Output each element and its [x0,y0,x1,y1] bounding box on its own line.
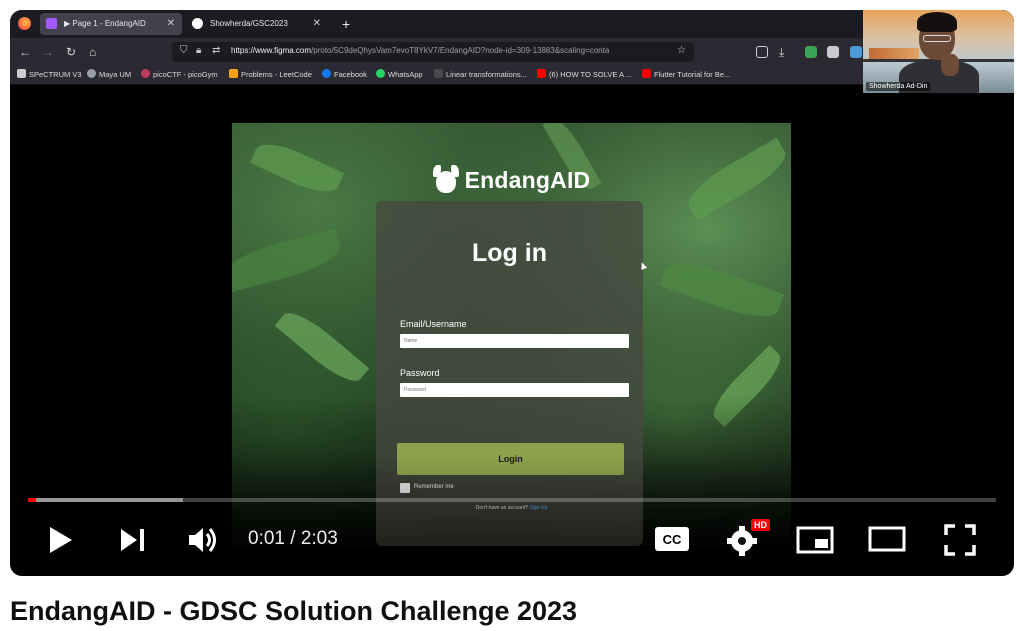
email-label: Email/Username [400,319,467,329]
youtube-icon [537,69,546,78]
firefox-logo-icon [18,17,31,30]
captions-icon[interactable]: CC [654,526,690,552]
bookmark-item: Problems - LeetCode [229,69,312,81]
globe-icon [87,69,96,78]
bookmark-item: picoCTF - picoGym [141,69,218,81]
svg-text:CC: CC [663,532,682,547]
pocket-icon [756,46,768,58]
password-field[interactable] [400,383,629,397]
extension-icon [850,46,862,58]
webcam-name-label: Showherda Ad-Din [866,82,931,91]
back-arrow-icon: ← [19,45,31,59]
forward-arrow-icon: → [42,45,54,59]
login-card: Log in Email/Username Password Remember … [376,201,643,546]
browser-tab-github: Showherda/GSC2023 ✕ [186,13,328,35]
login-button[interactable]: Login [397,443,624,475]
close-tab-icon: ✕ [166,18,175,29]
download-icon: ⤓ [779,45,785,59]
browser-tab-figma: ▶ Page 1 - EndangAID ✕ [40,13,182,35]
bookmark-item: Linear transformations... [434,69,527,81]
close-tab-icon: ✕ [312,18,321,29]
app-logo: EndangAID [232,165,791,194]
remember-me-label: Remember me [414,484,454,490]
url-text: https://www.figma.com/proto/5C9deQhysVam… [231,46,610,55]
webcam-overlay: Showherda Ad-Din [863,10,1014,93]
new-tab-icon: + [342,16,351,32]
tab-label: Showherda/GSC2023 [210,19,288,28]
home-icon: ⌂ [89,45,97,59]
video-title: EndangAID - GDSC Solution Challenge 2023 [10,596,578,626]
brand-name: EndangAID [464,167,591,193]
permissions-icon: ⇄ [212,45,221,56]
video-player[interactable]: ▶ Page 1 - EndangAID ✕ Showherda/GSC2023… [10,10,1014,576]
tab-label: ▶ Page 1 - EndangAID [64,19,146,28]
signup-text: Don't have an account? [475,505,529,511]
bookmark-item: Facebook [322,69,367,81]
bookmark-icon [17,69,26,78]
extension-icon [805,46,817,58]
play-icon[interactable] [48,526,74,554]
deer-logo-icon [432,165,459,193]
shield-icon: ⛉ [180,45,188,56]
page-icon [434,69,443,78]
reload-icon: ↻ [66,45,77,59]
email-field[interactable] [400,334,629,348]
lock-icon: 🔒︎ [196,45,202,56]
duration: 2:03 [300,528,338,549]
bookmark-star-icon: ☆ [677,45,686,56]
picoctf-icon [141,69,150,78]
miniplayer-icon[interactable] [796,526,834,554]
played-bar [28,498,36,502]
time-display: 0:01 / 2:03 [248,528,338,549]
signup-prompt: Don't have an account? Sign Up [232,505,791,511]
github-favicon-icon [192,18,203,29]
bookmark-item: WhatsApp [376,69,423,81]
figma-favicon-icon [46,18,57,29]
facebook-icon [322,69,331,78]
bookmark-item: Maya UM [87,69,131,81]
hd-badge: HD [751,519,770,531]
bookmark-item: (6) HOW TO SOLVE A ... [537,69,632,81]
buffered-bar [28,498,183,502]
theater-mode-icon[interactable] [868,526,906,552]
whatsapp-icon [376,69,385,78]
app-prototype-frame: EndangAID Log in Email/Username Password… [232,123,791,546]
bookmark-item: SPeCTRUM V3 [17,69,82,81]
address-bar: ⛉ 🔒︎ ⇄ https://www.figma.com/proto/5C9de… [172,42,694,62]
extension-icon [827,46,839,58]
current-time: 0:01 [248,528,285,549]
bookmark-item: Flutter Tutorial for Be... [642,69,730,81]
next-video-icon[interactable] [120,528,146,552]
login-title: Log in [472,239,547,267]
remember-me-checkbox[interactable] [400,483,410,493]
leetcode-icon [229,69,238,78]
signup-link[interactable]: Sign Up [529,505,547,511]
volume-icon[interactable] [188,526,218,554]
progress-bar[interactable] [28,498,996,502]
fullscreen-icon[interactable] [944,524,976,556]
password-label: Password [400,368,440,378]
youtube-icon [642,69,651,78]
